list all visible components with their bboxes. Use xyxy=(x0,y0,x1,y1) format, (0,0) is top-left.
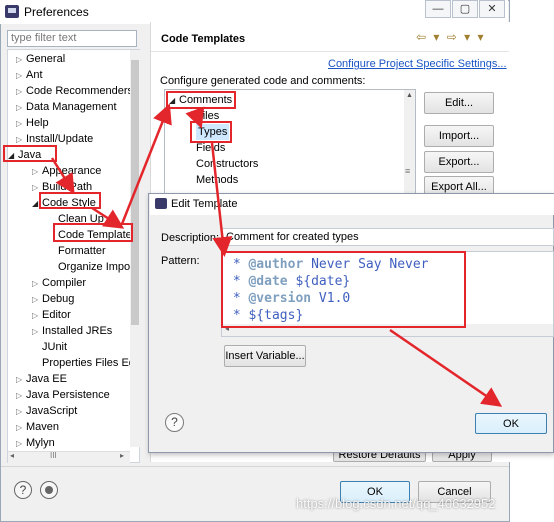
arrow-codestyle-to-templates xyxy=(91,206,125,229)
arrow-types-to-pattern xyxy=(210,142,233,257)
annotation-arrows xyxy=(50,103,503,407)
arrow-java-to-codestyle xyxy=(50,157,75,195)
arrow-pattern-to-ok xyxy=(389,328,503,407)
arrow-templates-to-comments xyxy=(120,103,172,225)
arrow-comments-to-types xyxy=(185,106,205,129)
